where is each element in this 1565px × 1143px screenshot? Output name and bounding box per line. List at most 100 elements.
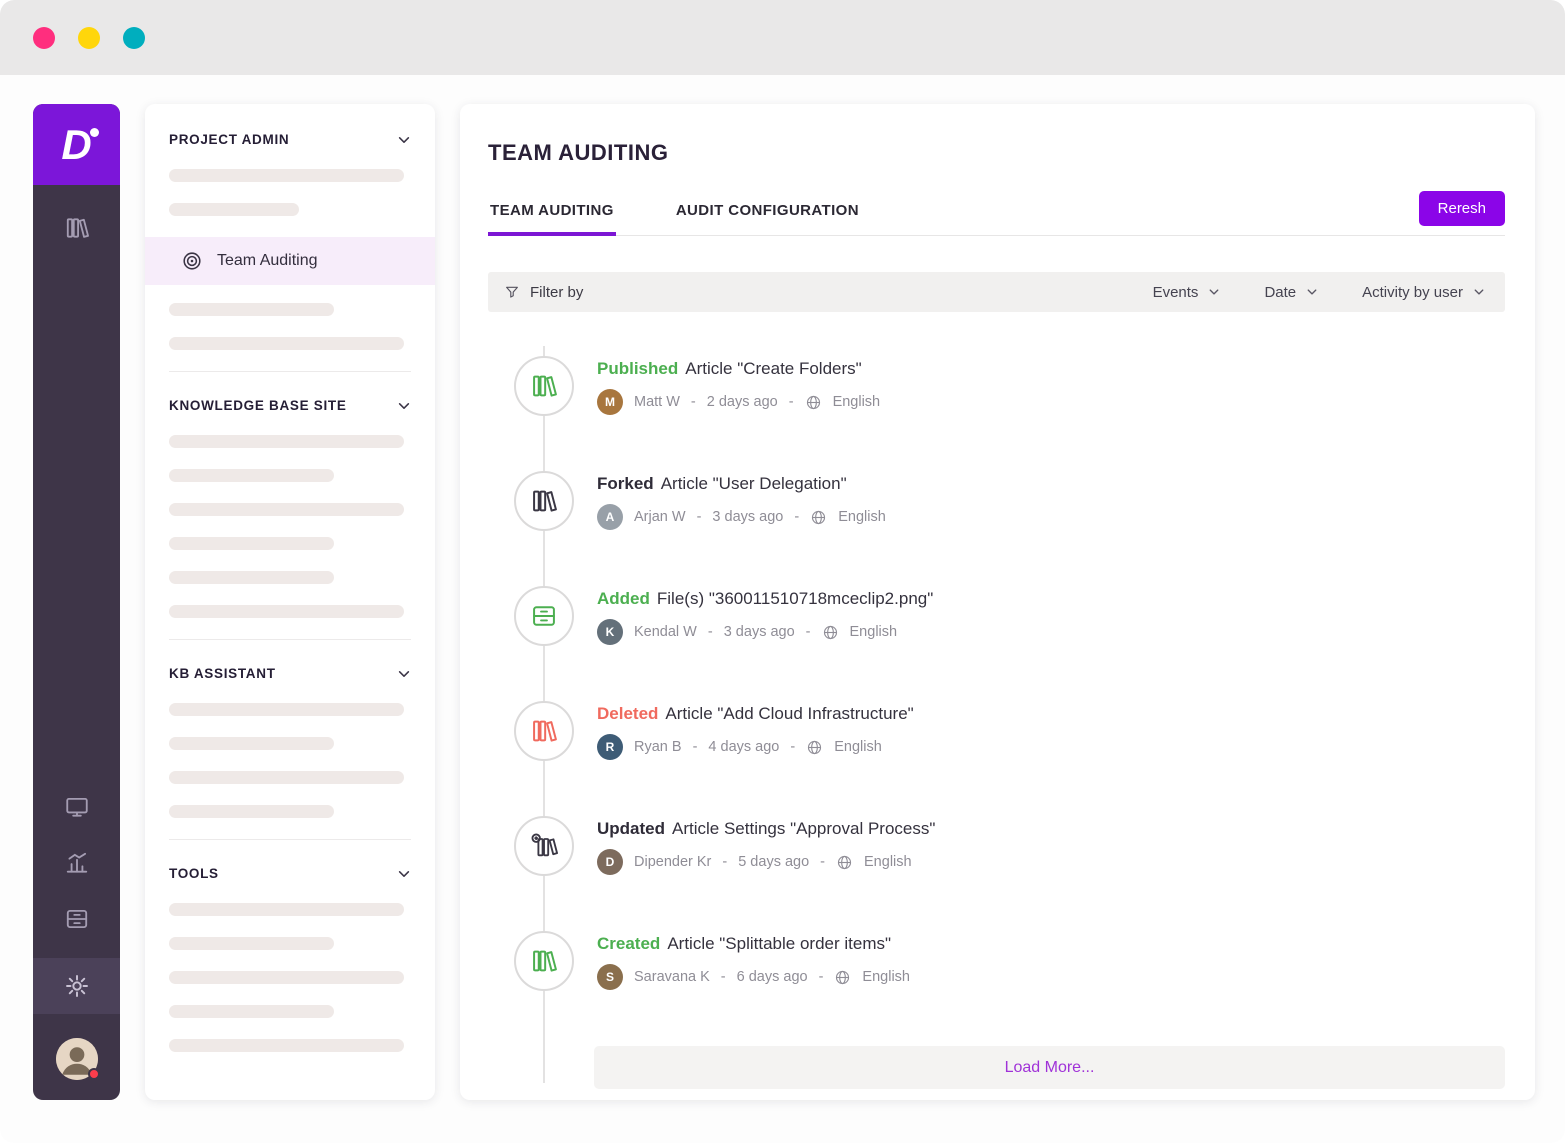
event-language: English [838, 509, 886, 525]
events-dropdown[interactable]: Events [1153, 284, 1221, 301]
app-content: D PROJECT ADMIN Team Auditing KNOWLEDGE … [0, 75, 1565, 1143]
skeleton-bar [169, 737, 334, 750]
window-minimize-dot[interactable] [78, 26, 100, 49]
event-body: Published Article "Create Folders" M Matt… [597, 356, 880, 416]
icon-rail: D [33, 104, 120, 1100]
event-text[interactable]: Article "Create Folders" [685, 359, 861, 378]
nav-section-label: PROJECT ADMIN [169, 132, 290, 147]
nav-header-kb-assistant[interactable]: KB ASSISTANT [169, 666, 411, 681]
event-action: Added [597, 589, 650, 608]
chevron-down-icon [1473, 286, 1485, 298]
filter-dropdowns: Events Date Activity by user [1153, 284, 1489, 301]
library-books-icon[interactable] [64, 215, 90, 241]
chevron-down-icon [397, 867, 411, 881]
drive-drawer-icon[interactable] [64, 906, 90, 932]
books-icon [514, 356, 574, 416]
nav-section-label: KB ASSISTANT [169, 666, 276, 681]
window-titlebar [0, 0, 1565, 75]
side-nav: PROJECT ADMIN Team Auditing KNOWLEDGE BA… [145, 104, 435, 1100]
meta-separator: - [820, 854, 826, 870]
meta-separator: - [790, 739, 796, 755]
skeleton-bar [169, 469, 334, 482]
activity-by-user-dropdown[interactable]: Activity by user [1362, 284, 1485, 301]
event-language: English [849, 624, 898, 640]
books-gear-icon [514, 816, 574, 876]
audit-event-row: Created Article "Splittable order items" … [488, 931, 1505, 991]
audit-event-row: Published Article "Create Folders" M Matt… [488, 356, 1505, 416]
event-text[interactable]: Article "User Delegation" [661, 474, 847, 493]
event-text[interactable]: Article Settings "Approval Process" [672, 819, 935, 838]
analytics-chart-icon[interactable] [64, 850, 90, 876]
event-time: 5 days ago [738, 854, 810, 870]
meta-separator: - [720, 969, 726, 985]
chevron-down-icon [1306, 286, 1318, 298]
meta-separator: - [805, 624, 811, 640]
skeleton-bar [169, 771, 404, 784]
disc-icon [181, 250, 203, 272]
event-text[interactable]: File(s) "360011510718mceclip2.png" [657, 589, 933, 608]
window-maximize-dot[interactable] [123, 26, 145, 49]
event-action: Created [597, 934, 661, 953]
globe-icon [834, 969, 851, 986]
globe-icon [805, 394, 822, 411]
nav-section-label: TOOLS [169, 866, 219, 881]
window-close-dot[interactable] [33, 26, 55, 49]
logo-letter: D [61, 120, 100, 168]
audit-event-row: Deleted Article "Add Cloud Infrastructure… [488, 701, 1505, 761]
event-meta: D Dipender Kr - 5 days ago - English [597, 849, 935, 875]
user-avatar[interactable] [55, 1038, 100, 1080]
chevron-down-icon [397, 133, 411, 147]
event-language: English [864, 854, 912, 870]
event-meta: A Arjan W - 3 days ago - English [597, 504, 886, 530]
skeleton-bar [169, 169, 404, 182]
event-text[interactable]: Article "Splittable order items" [667, 934, 891, 953]
nav-header-tools[interactable]: TOOLS [169, 866, 411, 881]
tabs-row: TEAM AUDITING AUDIT CONFIGURATION Reresh [488, 190, 1505, 236]
app-logo[interactable]: D [33, 104, 120, 185]
event-title: Deleted Article "Add Cloud Infrastructure… [597, 704, 914, 724]
skeleton-bar [169, 203, 299, 216]
books-icon [514, 701, 574, 761]
skeleton-bar [169, 971, 404, 984]
meta-separator: - [794, 509, 800, 525]
event-time: 4 days ago [708, 739, 780, 755]
avatar: M [597, 389, 623, 415]
globe-icon [822, 624, 839, 641]
nav-header-knowledge-base-site[interactable]: KNOWLEDGE BASE SITE [169, 398, 411, 413]
meta-separator: - [692, 739, 698, 755]
event-body: Updated Article Settings "Approval Proces… [597, 816, 935, 876]
filter-bar: Filter by Events Date Activity by user [488, 272, 1505, 312]
page-title: TEAM AUDITING [488, 140, 669, 165]
refresh-button[interactable]: Reresh [1418, 191, 1505, 226]
tab-team-auditing[interactable]: TEAM AUDITING [488, 190, 616, 236]
meta-separator: - [707, 624, 713, 640]
audit-event-row: Forked Article "User Delegation" A Arjan … [488, 471, 1505, 531]
filter-by[interactable]: Filter by [504, 284, 583, 301]
monitor-icon[interactable] [64, 794, 90, 820]
audit-event-row: Added File(s) "360011510718mceclip2.png" … [488, 586, 1505, 646]
event-title: Added File(s) "360011510718mceclip2.png" [597, 589, 933, 609]
date-dropdown[interactable]: Date [1264, 284, 1318, 301]
nav-section-knowledge-base-site: KNOWLEDGE BASE SITE [169, 371, 411, 618]
event-meta: M Matt W - 2 days ago - English [597, 389, 880, 415]
nav-header-project-admin[interactable]: PROJECT ADMIN [169, 132, 411, 147]
tab-audit-configuration[interactable]: AUDIT CONFIGURATION [674, 190, 861, 236]
nav-section-label: KNOWLEDGE BASE SITE [169, 398, 347, 413]
notification-dot [87, 1068, 100, 1080]
event-title: Created Article "Splittable order items" [597, 934, 910, 954]
event-user: Dipender Kr [634, 854, 712, 870]
skeleton-bar [169, 537, 334, 550]
event-time: 3 days ago [712, 509, 784, 525]
event-time: 3 days ago [723, 624, 795, 640]
app-window: D PROJECT ADMIN Team Auditing KNOWLEDGE … [0, 0, 1565, 1143]
event-text[interactable]: Article "Add Cloud Infrastructure" [665, 704, 913, 723]
event-meta: K Kendal W - 3 days ago - English [597, 619, 933, 645]
load-more-button[interactable]: Load More... [594, 1046, 1505, 1089]
globe-icon [810, 509, 827, 526]
meta-separator: - [696, 509, 702, 525]
sidebar-item-team-auditing[interactable]: Team Auditing [145, 237, 435, 285]
settings-nav-active[interactable] [33, 958, 120, 1014]
avatar: A [597, 504, 623, 530]
event-user: Matt W [634, 394, 680, 410]
event-body: Created Article "Splittable order items" … [597, 931, 910, 991]
